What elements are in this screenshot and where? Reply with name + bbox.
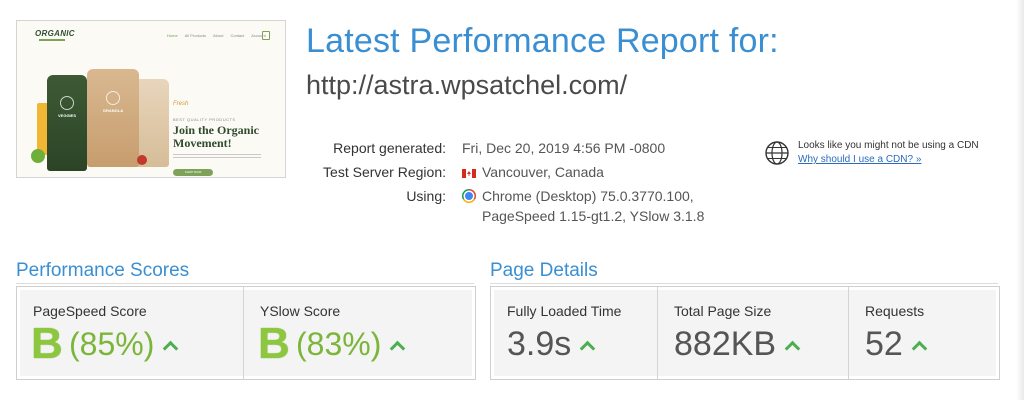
page-edge-shadow <box>1016 0 1024 400</box>
product-pack-brown: GRANOLA <box>87 69 139 167</box>
pack-label: VEGGIES <box>57 113 77 119</box>
performance-scores-heading: Performance Scores <box>16 260 190 281</box>
browser-info: Chrome (Desktop) 75.0.3770.100, <box>462 188 694 204</box>
thumbnail-nav-item: Home <box>167 33 178 38</box>
trend-up-icon <box>391 340 403 349</box>
trend-up-icon <box>786 340 798 349</box>
requests-label: Requests <box>865 303 925 319</box>
site-screenshot-thumbnail[interactable]: ORGANIC Home All Products About Contact … <box>16 20 286 178</box>
fully-loaded-time-card[interactable]: Fully Loaded Time 3.9s <box>491 287 658 379</box>
total-page-size: 882KB <box>674 327 798 361</box>
performance-scores-panel: PageSpeed Score B (85%) YSlow Score B (8… <box>16 286 476 380</box>
tomato-image <box>137 155 147 165</box>
cart-icon <box>262 31 270 40</box>
thumbnail-nav: Home All Products About Contact Account <box>167 33 266 38</box>
trend-up-icon <box>913 340 925 349</box>
globe-icon <box>765 141 789 165</box>
yslow-score-value: (83%) <box>296 327 403 361</box>
thumbnail-nav-item: All Products <box>184 33 207 38</box>
page-details-panel: Fully Loaded Time 3.9s Total Page Size 8… <box>490 286 1000 380</box>
requests-card[interactable]: Requests 52 <box>849 287 999 379</box>
server-region: Vancouver, Canada <box>462 164 604 180</box>
yslow-grade: B <box>258 319 290 368</box>
trend-up-icon <box>164 340 176 349</box>
total-page-size-card[interactable]: Total Page Size 882KB <box>658 287 849 379</box>
pack-seal-icon <box>60 96 74 111</box>
fully-loaded-time-label: Fully Loaded Time <box>507 303 622 319</box>
tested-url[interactable]: http://astra.wpsatchel.com/ <box>306 70 627 101</box>
thumbnail-nav-item: Contact <box>230 33 245 38</box>
pagespeed-score-label: PageSpeed Score <box>33 303 147 319</box>
page-details-heading: Page Details <box>490 260 598 281</box>
yslow-score-card[interactable]: YSlow Score B (83%) <box>244 287 474 379</box>
product-pack-green: VEGGIES <box>47 75 87 171</box>
total-page-size-label: Total Page Size <box>674 303 772 319</box>
pack-label: GRANOLA <box>102 108 124 114</box>
using-line-2: PageSpeed 1.15-gt1.2, YSlow 3.1.8 <box>482 208 705 224</box>
using-label: Using: <box>406 188 446 204</box>
pagespeed-grade: B <box>31 319 63 368</box>
thumbnail-logo: ORGANIC <box>35 29 75 41</box>
yslow-percent: (83%) <box>296 326 382 362</box>
fully-loaded-time-value: 3.9s <box>507 325 572 363</box>
pagespeed-percent: (85%) <box>69 326 155 362</box>
pagespeed-score-card[interactable]: PageSpeed Score B (85%) <box>17 287 244 379</box>
vegetable-image <box>31 149 45 163</box>
pack-seal-icon <box>106 90 120 105</box>
requests-value: 52 <box>865 325 903 363</box>
chrome-icon <box>462 189 476 203</box>
cdn-notice-text: Looks like you might not be using a CDN <box>798 140 979 151</box>
server-region-label: Test Server Region: <box>323 164 446 180</box>
cdn-info-link[interactable]: Why should I use a CDN? » <box>798 154 921 165</box>
using-line-1: Chrome (Desktop) 75.0.3770.100, <box>482 188 694 204</box>
thumbnail-kicker: BEST QUALITY PRODUCTS <box>173 117 236 122</box>
thumbnail-nav-item: About <box>213 33 224 38</box>
thumbnail-tagline: Fresh <box>173 101 189 107</box>
server-region-value: Vancouver, Canada <box>482 164 604 180</box>
thumbnail-hero-title: Join the Organic Movement! <box>173 123 259 150</box>
thumbnail-shop-button: SHOP NOW <box>173 169 213 176</box>
page-title: Latest Performance Report for: <box>306 22 779 60</box>
canada-flag-icon <box>462 169 476 178</box>
yslow-score-label: YSlow Score <box>260 303 341 319</box>
thumbnail-blurb <box>173 154 261 160</box>
pagespeed-score-value: (85%) <box>69 327 176 361</box>
page-details-divider <box>490 283 998 284</box>
report-generated-value: Fri, Dec 20, 2019 4:56 PM -0800 <box>462 140 666 156</box>
requests: 52 <box>865 327 925 361</box>
fully-loaded-time: 3.9s <box>507 327 593 361</box>
report-generated-label: Report generated: <box>333 140 446 156</box>
trend-up-icon <box>581 340 593 349</box>
total-page-size-value: 882KB <box>674 325 777 363</box>
performance-divider <box>16 283 474 284</box>
